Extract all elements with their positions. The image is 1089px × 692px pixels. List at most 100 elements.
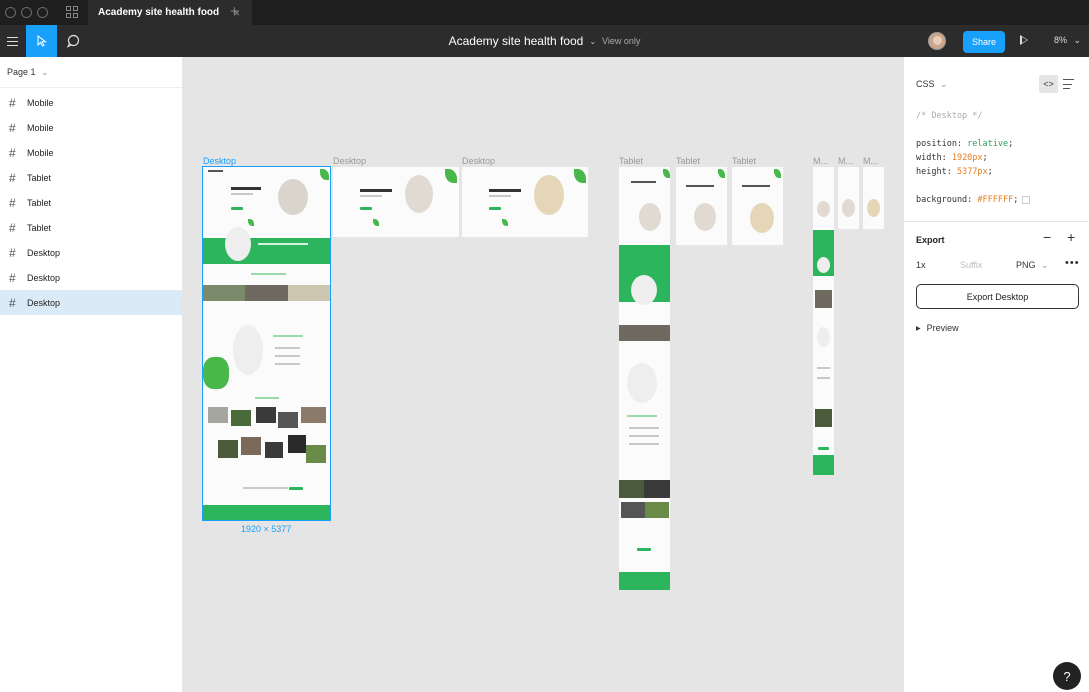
tablet-frame[interactable] xyxy=(619,167,670,590)
layer-item-tablet[interactable]: # Tablet xyxy=(0,190,182,215)
code-line-position: position: relative; xyxy=(916,139,1013,149)
title-bar: Academy site health food × + xyxy=(0,0,1089,25)
layer-item-mobile[interactable]: # Mobile xyxy=(0,115,182,140)
layer-label: Tablet xyxy=(27,172,52,183)
layer-item-mobile[interactable]: # Mobile xyxy=(0,90,182,115)
frame-hash-icon: # xyxy=(9,170,16,185)
frame-hash-icon: # xyxy=(9,295,16,310)
desktop-frame-selected[interactable] xyxy=(202,166,331,521)
desktop-frame[interactable] xyxy=(462,167,588,237)
layer-label: Mobile xyxy=(27,122,54,133)
export-suffix-field[interactable]: Suffix xyxy=(960,260,982,270)
export-desktop-button[interactable]: Export Desktop xyxy=(916,284,1079,309)
layer-label: Desktop xyxy=(27,247,61,258)
code-line-width: width: 1920px; xyxy=(916,153,988,163)
divider xyxy=(904,221,1089,222)
move-tool-button[interactable] xyxy=(26,25,57,57)
frame-label-desktop-selected[interactable]: Desktop xyxy=(203,156,236,166)
code-semicolon: ; xyxy=(982,153,988,163)
help-button[interactable]: ? xyxy=(1053,662,1081,690)
layer-label: Mobile xyxy=(27,97,54,108)
format-chevron-down-icon: ⌄ xyxy=(1041,260,1049,270)
preview-toggle[interactable]: ▶ Preview xyxy=(916,323,959,333)
layer-item-mobile[interactable]: # Mobile xyxy=(0,140,182,165)
frame-label-mobile[interactable]: M... xyxy=(813,156,828,166)
frame-hash-icon: # xyxy=(9,195,16,210)
layer-item-desktop[interactable]: # Desktop xyxy=(0,240,182,265)
page-selector[interactable]: Page 1 ⌄ xyxy=(0,57,182,88)
code-value: #FFFFFF xyxy=(977,195,1014,205)
code-semicolon: ; xyxy=(1013,195,1019,205)
tablet-frame[interactable] xyxy=(676,167,727,245)
layer-label: Tablet xyxy=(27,222,52,233)
add-export-icon[interactable]: + xyxy=(1067,229,1075,245)
preview-label: Preview xyxy=(926,323,959,333)
page-name: Page 1 xyxy=(7,67,36,77)
code-semicolon: ; xyxy=(1008,139,1014,149)
frame-label-tablet[interactable]: Tablet xyxy=(676,156,700,166)
comment-tool-button[interactable] xyxy=(58,25,88,57)
inspect-panel: CSS ⌄ <> /* Desktop */ position: relativ… xyxy=(903,57,1089,692)
main-menu-icon[interactable] xyxy=(0,25,24,57)
list-view-icon[interactable] xyxy=(1063,79,1074,89)
new-tab-icon[interactable]: + xyxy=(230,3,239,20)
file-tab-title: Academy site health food xyxy=(98,7,220,18)
export-section-title: Export xyxy=(916,235,945,245)
user-avatar[interactable] xyxy=(928,32,946,50)
color-swatch xyxy=(1022,195,1031,204)
code-prop: height: xyxy=(916,167,957,177)
desktop-frame[interactable] xyxy=(333,167,459,237)
window-close-dot[interactable] xyxy=(5,7,16,18)
mobile-frame[interactable] xyxy=(813,167,834,475)
frame-hash-icon: # xyxy=(9,120,16,135)
layer-item-tablet[interactable]: # Tablet xyxy=(0,215,182,240)
tablet-frame[interactable] xyxy=(732,167,783,245)
layer-item-desktop-selected[interactable]: # Desktop xyxy=(0,290,182,315)
title-chevron-down-icon[interactable]: ⌄ xyxy=(589,37,596,46)
mobile-frame[interactable] xyxy=(863,167,884,229)
layer-item-desktop[interactable]: # Desktop xyxy=(0,265,182,290)
mobile-frame[interactable] xyxy=(838,167,859,229)
frame-label-mobile[interactable]: M... xyxy=(863,156,878,166)
present-play-icon[interactable] xyxy=(1020,35,1028,45)
share-button[interactable]: Share xyxy=(963,31,1005,53)
file-browser-grid-icon[interactable] xyxy=(66,6,78,18)
frame-label-desktop[interactable]: Desktop xyxy=(462,156,495,166)
zoom-level: 8% xyxy=(1054,35,1068,45)
more-options-icon[interactable]: ••• xyxy=(1065,257,1080,269)
frame-label-mobile[interactable]: M... xyxy=(838,156,853,166)
layer-label: Tablet xyxy=(27,197,52,208)
file-tab[interactable]: Academy site health food × xyxy=(88,0,253,25)
frame-label-tablet[interactable]: Tablet xyxy=(732,156,756,166)
layer-item-tablet[interactable]: # Tablet xyxy=(0,165,182,190)
design-canvas[interactable]: Desktop Desktop Desktop Tablet Tablet Ta… xyxy=(183,57,903,692)
frame-hash-icon: # xyxy=(9,270,16,285)
document-title[interactable]: Academy site health food xyxy=(449,34,584,48)
code-value: relative xyxy=(967,139,1009,149)
code-semicolon: ; xyxy=(987,167,993,177)
page-chevron-down-icon: ⌄ xyxy=(41,67,49,77)
frame-hash-icon: # xyxy=(9,145,16,160)
code-line-background: background: #FFFFFF; xyxy=(916,195,1031,205)
cursor-arrow-icon xyxy=(37,35,47,47)
frame-label-tablet[interactable]: Tablet xyxy=(619,156,643,166)
zoom-dropdown[interactable]: 8% ⌄ xyxy=(1054,35,1081,46)
export-scale-field[interactable]: 1x xyxy=(916,260,926,270)
code-prop: background: xyxy=(916,195,978,205)
code-view-icon[interactable]: <> xyxy=(1039,75,1058,93)
remove-export-icon[interactable]: − xyxy=(1043,229,1051,245)
window-minimize-dot[interactable] xyxy=(21,7,32,18)
layer-label: Desktop xyxy=(27,297,61,308)
layer-label: Desktop xyxy=(27,272,61,283)
selection-dimensions-label: 1920 × 5377 xyxy=(241,524,292,534)
layer-label: Mobile xyxy=(27,147,54,158)
export-format: PNG xyxy=(1016,260,1036,270)
window-maximize-dot[interactable] xyxy=(37,7,48,18)
frame-label-desktop[interactable]: Desktop xyxy=(333,156,366,166)
export-format-dropdown[interactable]: PNG ⌄ xyxy=(1016,260,1049,271)
document-title-group: Academy site health food ⌄ View only xyxy=(0,25,1089,57)
code-value: 5377px xyxy=(956,167,988,177)
code-language-dropdown[interactable]: CSS ⌄ xyxy=(916,79,948,90)
toolbar: Academy site health food ⌄ View only Sha… xyxy=(0,25,1089,57)
zoom-chevron-down-icon: ⌄ xyxy=(1073,35,1082,45)
